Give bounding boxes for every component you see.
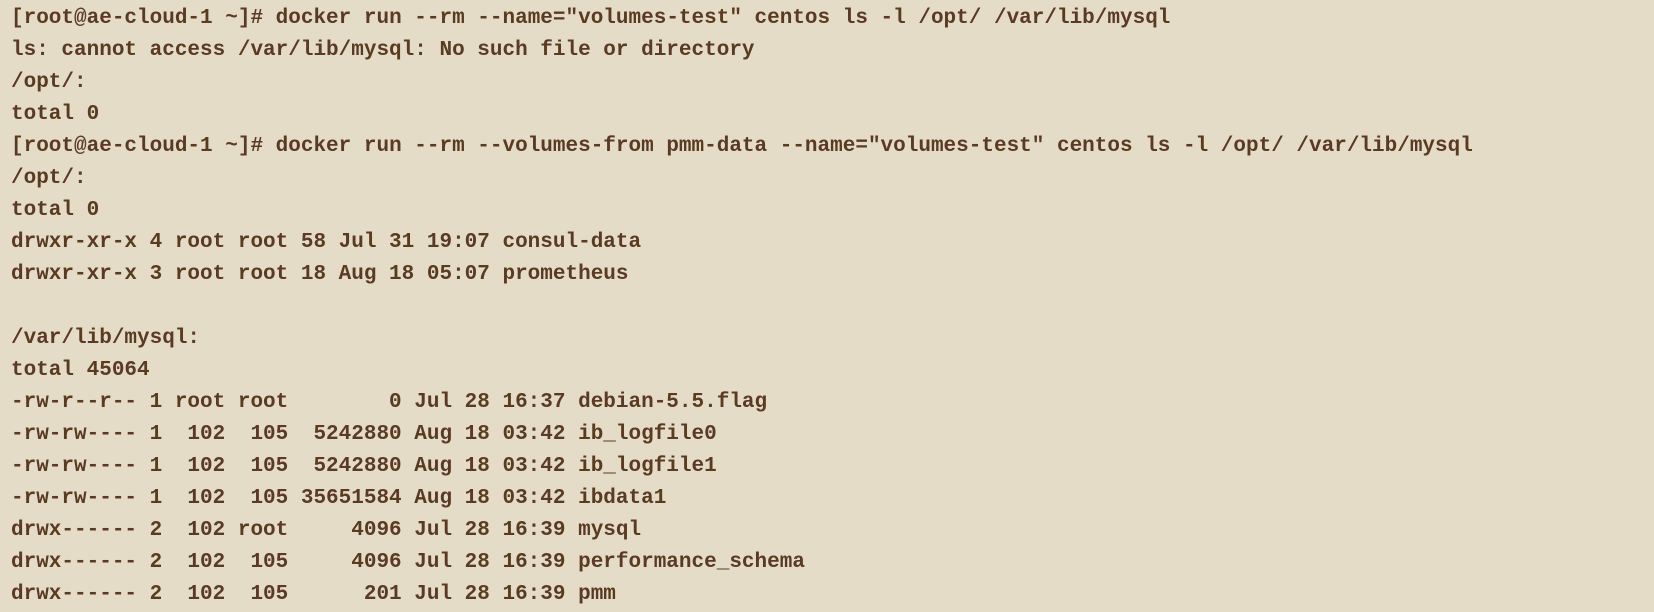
terminal-output-line: /var/lib/mysql: [11,327,201,350]
terminal-output-line: /opt/: [11,167,87,190]
file-listing-row: -rw-r--r-- 1 root root 0 Jul 28 16:37 de… [11,391,768,414]
terminal-output-line: /opt/: [11,71,87,94]
terminal-command-line: [root@ae-cloud-1 ~]# docker run --rm --v… [11,131,1654,163]
file-listing-row: -rw-rw---- 1 102 105 5242880 Aug 18 03:4… [11,455,717,478]
terminal-prompt: [root@ae-cloud-1 ~]# [11,7,264,30]
file-listing-row: drwx------ 2 102 105 4096 Jul 28 16:39 p… [11,551,805,574]
terminal-output: [root@ae-cloud-1 ~]# docker run --rm --n… [0,0,1654,612]
directory-listing-row: drwxr-xr-x 4 root root 58 Jul 31 19:07 c… [11,231,642,254]
file-listing-row: -rw-rw---- 1 102 105 35651584 Aug 18 03:… [11,487,667,510]
terminal-command-line: [root@ae-cloud-1 ~]# docker run --rm --n… [11,3,1654,35]
terminal-prompt: [root@ae-cloud-1 ~]# [11,135,264,158]
terminal-output-line: ls: cannot access /var/lib/mysql: No suc… [11,39,755,62]
terminal-command: docker run --rm --name="volumes-test" ce… [263,7,1171,30]
file-listing-row: drwx------ 2 102 105 201 Jul 28 16:39 pm… [11,583,616,606]
file-listing-row: -rw-rw---- 1 102 105 5242880 Aug 18 03:4… [11,423,717,446]
terminal-output-line: total 45064 [11,359,150,382]
directory-listing-row: drwxr-xr-x 3 root root 18 Aug 18 05:07 p… [11,263,629,286]
terminal-output-line: total 0 [11,199,100,222]
file-listing-row: drwx------ 2 102 root 4096 Jul 28 16:39 … [11,519,642,542]
terminal-command: docker run --rm --volumes-from pmm-data … [263,135,1473,158]
terminal-output-line: total 0 [11,103,100,126]
